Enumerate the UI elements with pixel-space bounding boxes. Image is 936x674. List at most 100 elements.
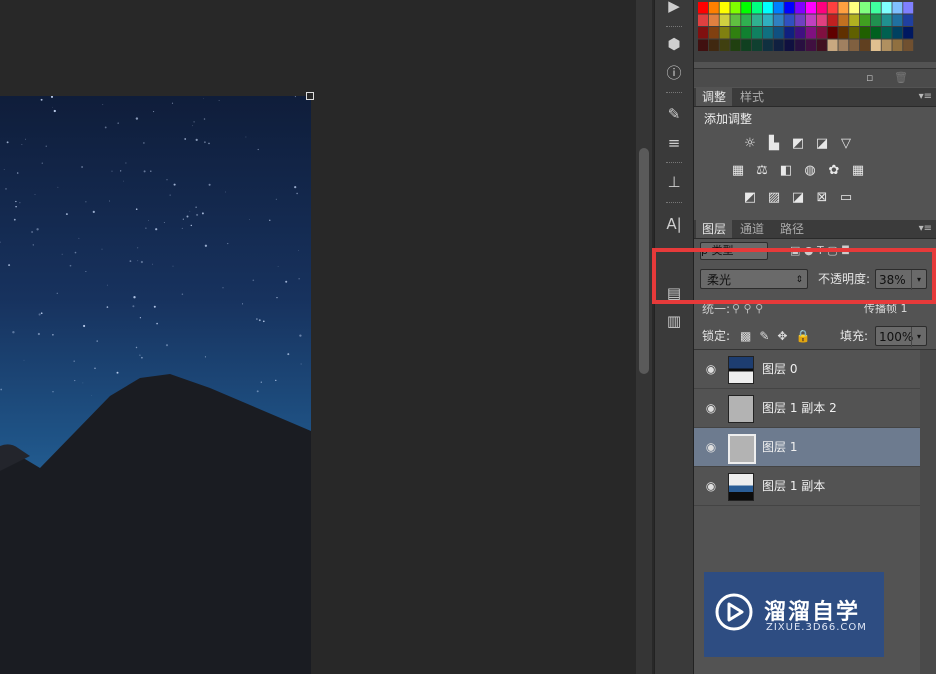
swatch[interactable]	[708, 27, 719, 39]
brightness-icon[interactable]: ☼	[742, 136, 758, 152]
swatch[interactable]	[762, 2, 773, 14]
swatch[interactable]	[881, 14, 892, 27]
invert-icon[interactable]: ◩	[742, 190, 758, 206]
swatch[interactable]	[870, 27, 881, 39]
tab-styles[interactable]: 样式	[734, 88, 770, 106]
swatch[interactable]	[795, 39, 806, 52]
swatch[interactable]	[762, 27, 773, 39]
posterize-icon[interactable]: ▨	[766, 190, 782, 206]
balance-icon[interactable]: ⚖	[754, 163, 770, 179]
photo-filter-icon[interactable]: ◍	[802, 163, 818, 179]
swatch[interactable]	[730, 2, 741, 14]
swatch[interactable]	[827, 39, 838, 52]
swatch[interactable]	[860, 2, 870, 14]
swatch[interactable]	[762, 39, 773, 52]
swatch[interactable]	[698, 14, 708, 27]
swatch[interactable]	[892, 27, 903, 39]
brush-settings-icon[interactable]: ≡	[664, 133, 684, 153]
swatch[interactable]	[730, 27, 741, 39]
swatch[interactable]	[892, 39, 903, 52]
swatch[interactable]	[773, 14, 784, 27]
swatch[interactable]	[806, 2, 816, 14]
swatch[interactable]	[806, 39, 816, 52]
swatch[interactable]	[719, 2, 730, 14]
swatch[interactable]	[838, 14, 849, 27]
dropdown-icon[interactable]: ▾	[911, 327, 926, 347]
swatch[interactable]	[698, 27, 708, 39]
transform-handle[interactable]	[306, 92, 314, 100]
lock-icons[interactable]: ▩✎✥🔒	[740, 329, 818, 343]
swatch[interactable]	[730, 39, 741, 52]
gradient-map-icon[interactable]: ▭	[838, 190, 854, 206]
new-swatch-icon[interactable]: ▫	[866, 71, 873, 84]
tab-channels[interactable]: 通道	[734, 220, 770, 238]
visibility-eye-icon[interactable]: ◉	[704, 479, 718, 493]
character-icon[interactable]: A|	[664, 214, 684, 234]
swatch[interactable]	[795, 27, 806, 39]
swatch[interactable]	[881, 2, 892, 14]
bw-icon[interactable]: ◧	[778, 163, 794, 179]
swatch[interactable]	[741, 27, 752, 39]
swatch[interactable]	[903, 39, 914, 52]
swatch[interactable]	[708, 39, 719, 52]
swatch[interactable]	[795, 14, 806, 27]
visibility-eye-icon[interactable]: ◉	[704, 401, 718, 415]
notes-icon[interactable]: ▥	[664, 311, 684, 331]
visibility-eye-icon[interactable]: ◉	[704, 440, 718, 454]
layer-row-selected[interactable]: ◉ 图层 1	[694, 428, 920, 467]
swatch[interactable]	[860, 14, 870, 27]
swatch[interactable]	[719, 39, 730, 52]
exposure-icon[interactable]: ◪	[814, 136, 830, 152]
swatch[interactable]	[773, 2, 784, 14]
swatch[interactable]	[730, 14, 741, 27]
scrollbar-thumb[interactable]	[639, 148, 649, 374]
swatch[interactable]	[698, 39, 708, 52]
swatch[interactable]	[784, 27, 795, 39]
brush-presets-icon[interactable]: ✎	[664, 104, 684, 124]
swatch[interactable]	[838, 27, 849, 39]
swatch[interactable]	[903, 2, 914, 14]
layer-row[interactable]: ◉ 图层 1 副本	[694, 467, 920, 506]
swatch[interactable]	[741, 2, 752, 14]
swatch[interactable]	[708, 2, 719, 14]
layer-row[interactable]: ◉ 图层 0	[694, 350, 920, 389]
swatch[interactable]	[719, 27, 730, 39]
swatch[interactable]	[849, 14, 860, 27]
swatch[interactable]	[708, 14, 719, 27]
selective-color-icon[interactable]: ⊠	[814, 190, 830, 206]
tab-layers[interactable]: 图层	[696, 220, 733, 238]
swatch[interactable]	[762, 14, 773, 27]
swatch[interactable]	[719, 14, 730, 27]
tab-adjustments[interactable]: 调整	[696, 88, 733, 106]
swatch[interactable]	[741, 39, 752, 52]
play-icon[interactable]: ▶	[664, 0, 684, 16]
swatch[interactable]	[892, 14, 903, 27]
swatch[interactable]	[806, 27, 816, 39]
swatch[interactable]	[795, 2, 806, 14]
swatch[interactable]	[860, 39, 870, 52]
swatch[interactable]	[752, 39, 762, 52]
swatch[interactable]	[816, 27, 827, 39]
swatch[interactable]	[838, 39, 849, 52]
swatch[interactable]	[827, 2, 838, 14]
swatch[interactable]	[816, 39, 827, 52]
swatch[interactable]	[827, 27, 838, 39]
visibility-eye-icon[interactable]: ◉	[704, 362, 718, 376]
swatch[interactable]	[784, 2, 795, 14]
swatches-grid[interactable]	[694, 0, 936, 62]
swatch[interactable]	[903, 14, 914, 27]
swatch[interactable]	[860, 27, 870, 39]
swatch[interactable]	[881, 39, 892, 52]
swatch[interactable]	[741, 14, 752, 27]
swatch[interactable]	[806, 14, 816, 27]
swatch[interactable]	[838, 2, 849, 14]
swatch[interactable]	[903, 27, 914, 39]
hue-icon[interactable]: ▦	[730, 163, 746, 179]
swatch[interactable]	[849, 27, 860, 39]
cube-icon[interactable]: ⬢	[664, 34, 684, 54]
swatch[interactable]	[849, 2, 860, 14]
swatch[interactable]	[892, 2, 903, 14]
swatch[interactable]	[752, 2, 762, 14]
info-icon[interactable]: ⓘ	[664, 63, 684, 83]
swatch[interactable]	[784, 14, 795, 27]
